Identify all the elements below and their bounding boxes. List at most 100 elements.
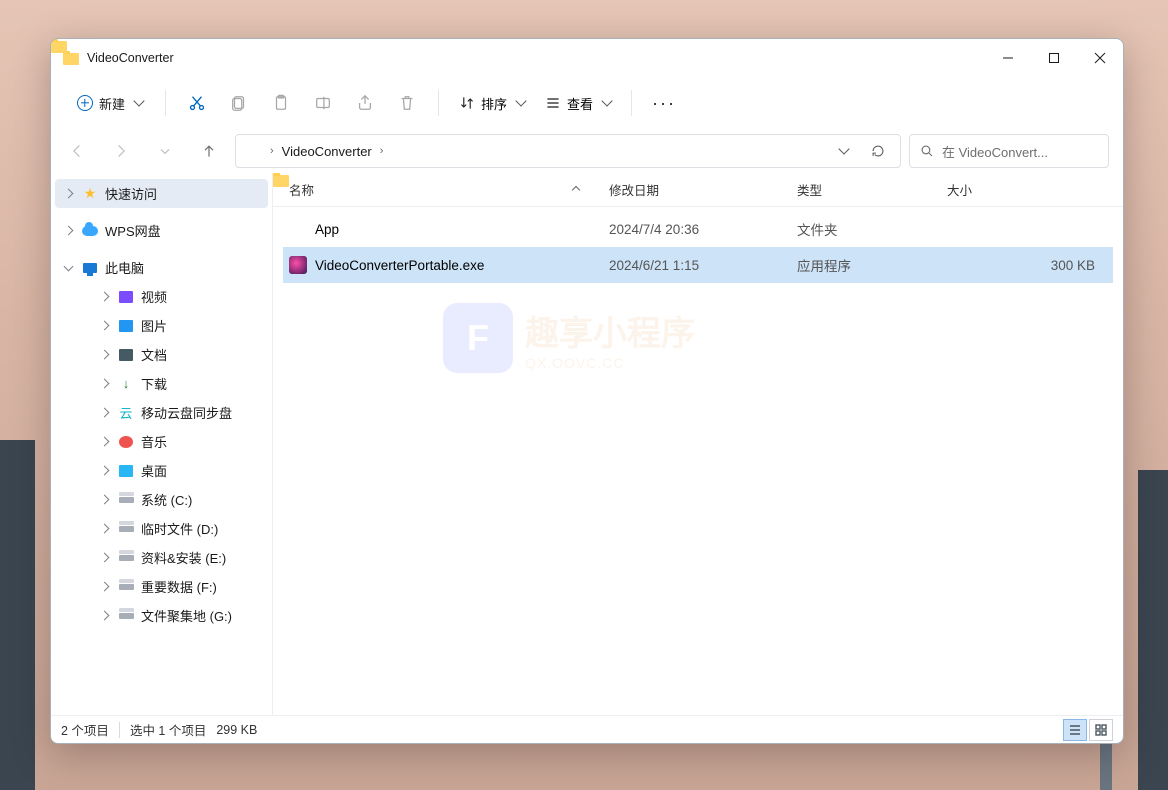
drive-icon — [119, 584, 134, 590]
status-bar: 2 个项目 选中 1 个项目 299 KB — [51, 715, 1123, 743]
file-list: App 2024/7/4 20:36 文件夹 VideoConverterPor… — [273, 207, 1123, 715]
sidebar-item-drive-g[interactable]: 文件聚集地 (G:) — [55, 601, 268, 630]
content-area[interactable]: 名称 修改日期 类型 大小 App 2024/7/4 20:36 文件夹 Vid… — [273, 173, 1123, 715]
chevron-down-icon — [515, 95, 526, 106]
sidebar-label: 重要数据 (F:) — [141, 577, 217, 596]
up-button[interactable] — [191, 133, 227, 169]
sidebar-label: 下载 — [141, 374, 167, 393]
sidebar-label: 临时文件 (D:) — [141, 519, 218, 538]
drive-icon — [119, 555, 134, 561]
sidebar-label: 快速访问 — [105, 184, 157, 203]
sidebar-label: 资料&安装 (E:) — [141, 548, 226, 567]
sort-asc-icon — [572, 185, 580, 193]
sidebar-item-this-pc[interactable]: 此电脑 — [55, 253, 268, 282]
sidebar-item-drive-f[interactable]: 重要数据 (F:) — [55, 572, 268, 601]
desktop-icon — [119, 465, 133, 477]
history-dropdown[interactable] — [828, 149, 856, 153]
sidebar-item-pictures[interactable]: 图片 — [55, 311, 268, 340]
video-icon — [119, 291, 133, 303]
sort-label: 排序 — [481, 94, 507, 113]
list-item[interactable]: VideoConverterPortable.exe 2024/6/21 1:1… — [283, 247, 1113, 283]
search-placeholder: 在 VideoConvert... — [942, 142, 1048, 161]
sidebar-label: 音乐 — [141, 432, 167, 451]
file-type: 应用程序 — [797, 255, 947, 275]
minimize-button[interactable] — [985, 39, 1031, 77]
refresh-button[interactable] — [864, 144, 892, 158]
folder-icon — [63, 51, 79, 65]
maximize-button[interactable] — [1031, 39, 1077, 77]
sidebar-item-quick-access[interactable]: ★ 快速访问 — [55, 179, 268, 208]
icons-view-button[interactable] — [1089, 719, 1113, 741]
column-headers: 名称 修改日期 类型 大小 — [273, 173, 1123, 207]
file-size: 300 KB — [947, 258, 1113, 273]
file-date: 2024/7/4 20:36 — [609, 222, 797, 237]
rename-button[interactable] — [304, 85, 342, 121]
forward-button[interactable] — [103, 133, 139, 169]
toolbar: 新建 排序 查看 ··· — [51, 77, 1123, 129]
details-view-button[interactable] — [1063, 719, 1087, 741]
recent-button[interactable] — [147, 133, 183, 169]
drive-icon — [119, 526, 134, 532]
sidebar-item-cloudsync[interactable]: 云 移动云盘同步盘 — [55, 398, 268, 427]
address-bar[interactable]: › VideoConverter › — [235, 134, 901, 168]
plus-icon — [77, 95, 93, 111]
file-date: 2024/6/21 1:15 — [609, 258, 797, 273]
search-input[interactable]: 在 VideoConvert... — [909, 134, 1109, 168]
sidebar[interactable]: ★ 快速访问 WPS网盘 此电脑 视频 — [51, 173, 273, 715]
chevron-right-icon: › — [380, 145, 384, 157]
sidebar-item-wps[interactable]: WPS网盘 — [55, 216, 268, 245]
sidebar-label: 文件聚集地 (G:) — [141, 606, 232, 625]
pictures-icon — [119, 320, 133, 332]
chevron-down-icon — [133, 95, 144, 106]
status-size: 299 KB — [216, 723, 257, 737]
sidebar-item-downloads[interactable]: ↓ 下载 — [55, 369, 268, 398]
sidebar-label: 系统 (C:) — [141, 490, 192, 509]
monitor-icon — [83, 263, 97, 273]
more-button[interactable]: ··· — [644, 89, 684, 118]
exe-icon — [289, 256, 307, 274]
new-button[interactable]: 新建 — [67, 88, 153, 119]
sidebar-label: 移动云盘同步盘 — [141, 403, 232, 422]
documents-icon — [119, 349, 133, 361]
sidebar-item-desktop[interactable]: 桌面 — [55, 456, 268, 485]
sidebar-item-drive-d[interactable]: 临时文件 (D:) — [55, 514, 268, 543]
cut-button[interactable] — [178, 85, 216, 121]
cloud-icon — [82, 226, 98, 236]
drive-icon — [119, 497, 134, 503]
file-name: VideoConverterPortable.exe — [315, 258, 484, 273]
sync-icon: 云 — [119, 403, 132, 422]
chevron-right-icon: › — [270, 145, 274, 157]
sidebar-label: 视频 — [141, 287, 167, 306]
file-name: App — [315, 222, 339, 237]
view-label: 查看 — [567, 94, 593, 113]
column-name[interactable]: 名称 — [289, 180, 609, 199]
share-button[interactable] — [346, 85, 384, 121]
status-selection: 选中 1 个项目 — [130, 720, 206, 739]
sidebar-item-videos[interactable]: 视频 — [55, 282, 268, 311]
breadcrumb-folder[interactable]: VideoConverter — [282, 144, 372, 159]
copy-button[interactable] — [220, 85, 258, 121]
new-label: 新建 — [99, 94, 125, 113]
back-button[interactable] — [59, 133, 95, 169]
file-type: 文件夹 — [797, 219, 947, 239]
sidebar-item-documents[interactable]: 文档 — [55, 340, 268, 369]
titlebar[interactable]: VideoConverter — [51, 39, 1123, 77]
folder-icon — [244, 143, 262, 159]
sidebar-item-drive-c[interactable]: 系统 (C:) — [55, 485, 268, 514]
column-type[interactable]: 类型 — [797, 180, 947, 199]
sidebar-item-drive-e[interactable]: 资料&安装 (E:) — [55, 543, 268, 572]
music-icon — [119, 436, 133, 448]
close-button[interactable] — [1077, 39, 1123, 77]
sort-button[interactable]: 排序 — [451, 88, 533, 119]
chevron-down-icon — [601, 95, 612, 106]
delete-button[interactable] — [388, 85, 426, 121]
navigation-row: › VideoConverter › 在 VideoConvert... — [51, 129, 1123, 173]
explorer-window: VideoConverter 新建 排序 查看 — [50, 38, 1124, 744]
paste-button[interactable] — [262, 85, 300, 121]
sidebar-label: 此电脑 — [105, 258, 144, 277]
sidebar-item-music[interactable]: 音乐 — [55, 427, 268, 456]
view-button[interactable]: 查看 — [537, 88, 619, 119]
column-date[interactable]: 修改日期 — [609, 180, 797, 199]
list-item[interactable]: App 2024/7/4 20:36 文件夹 — [283, 211, 1113, 247]
column-size[interactable]: 大小 — [947, 180, 1123, 199]
